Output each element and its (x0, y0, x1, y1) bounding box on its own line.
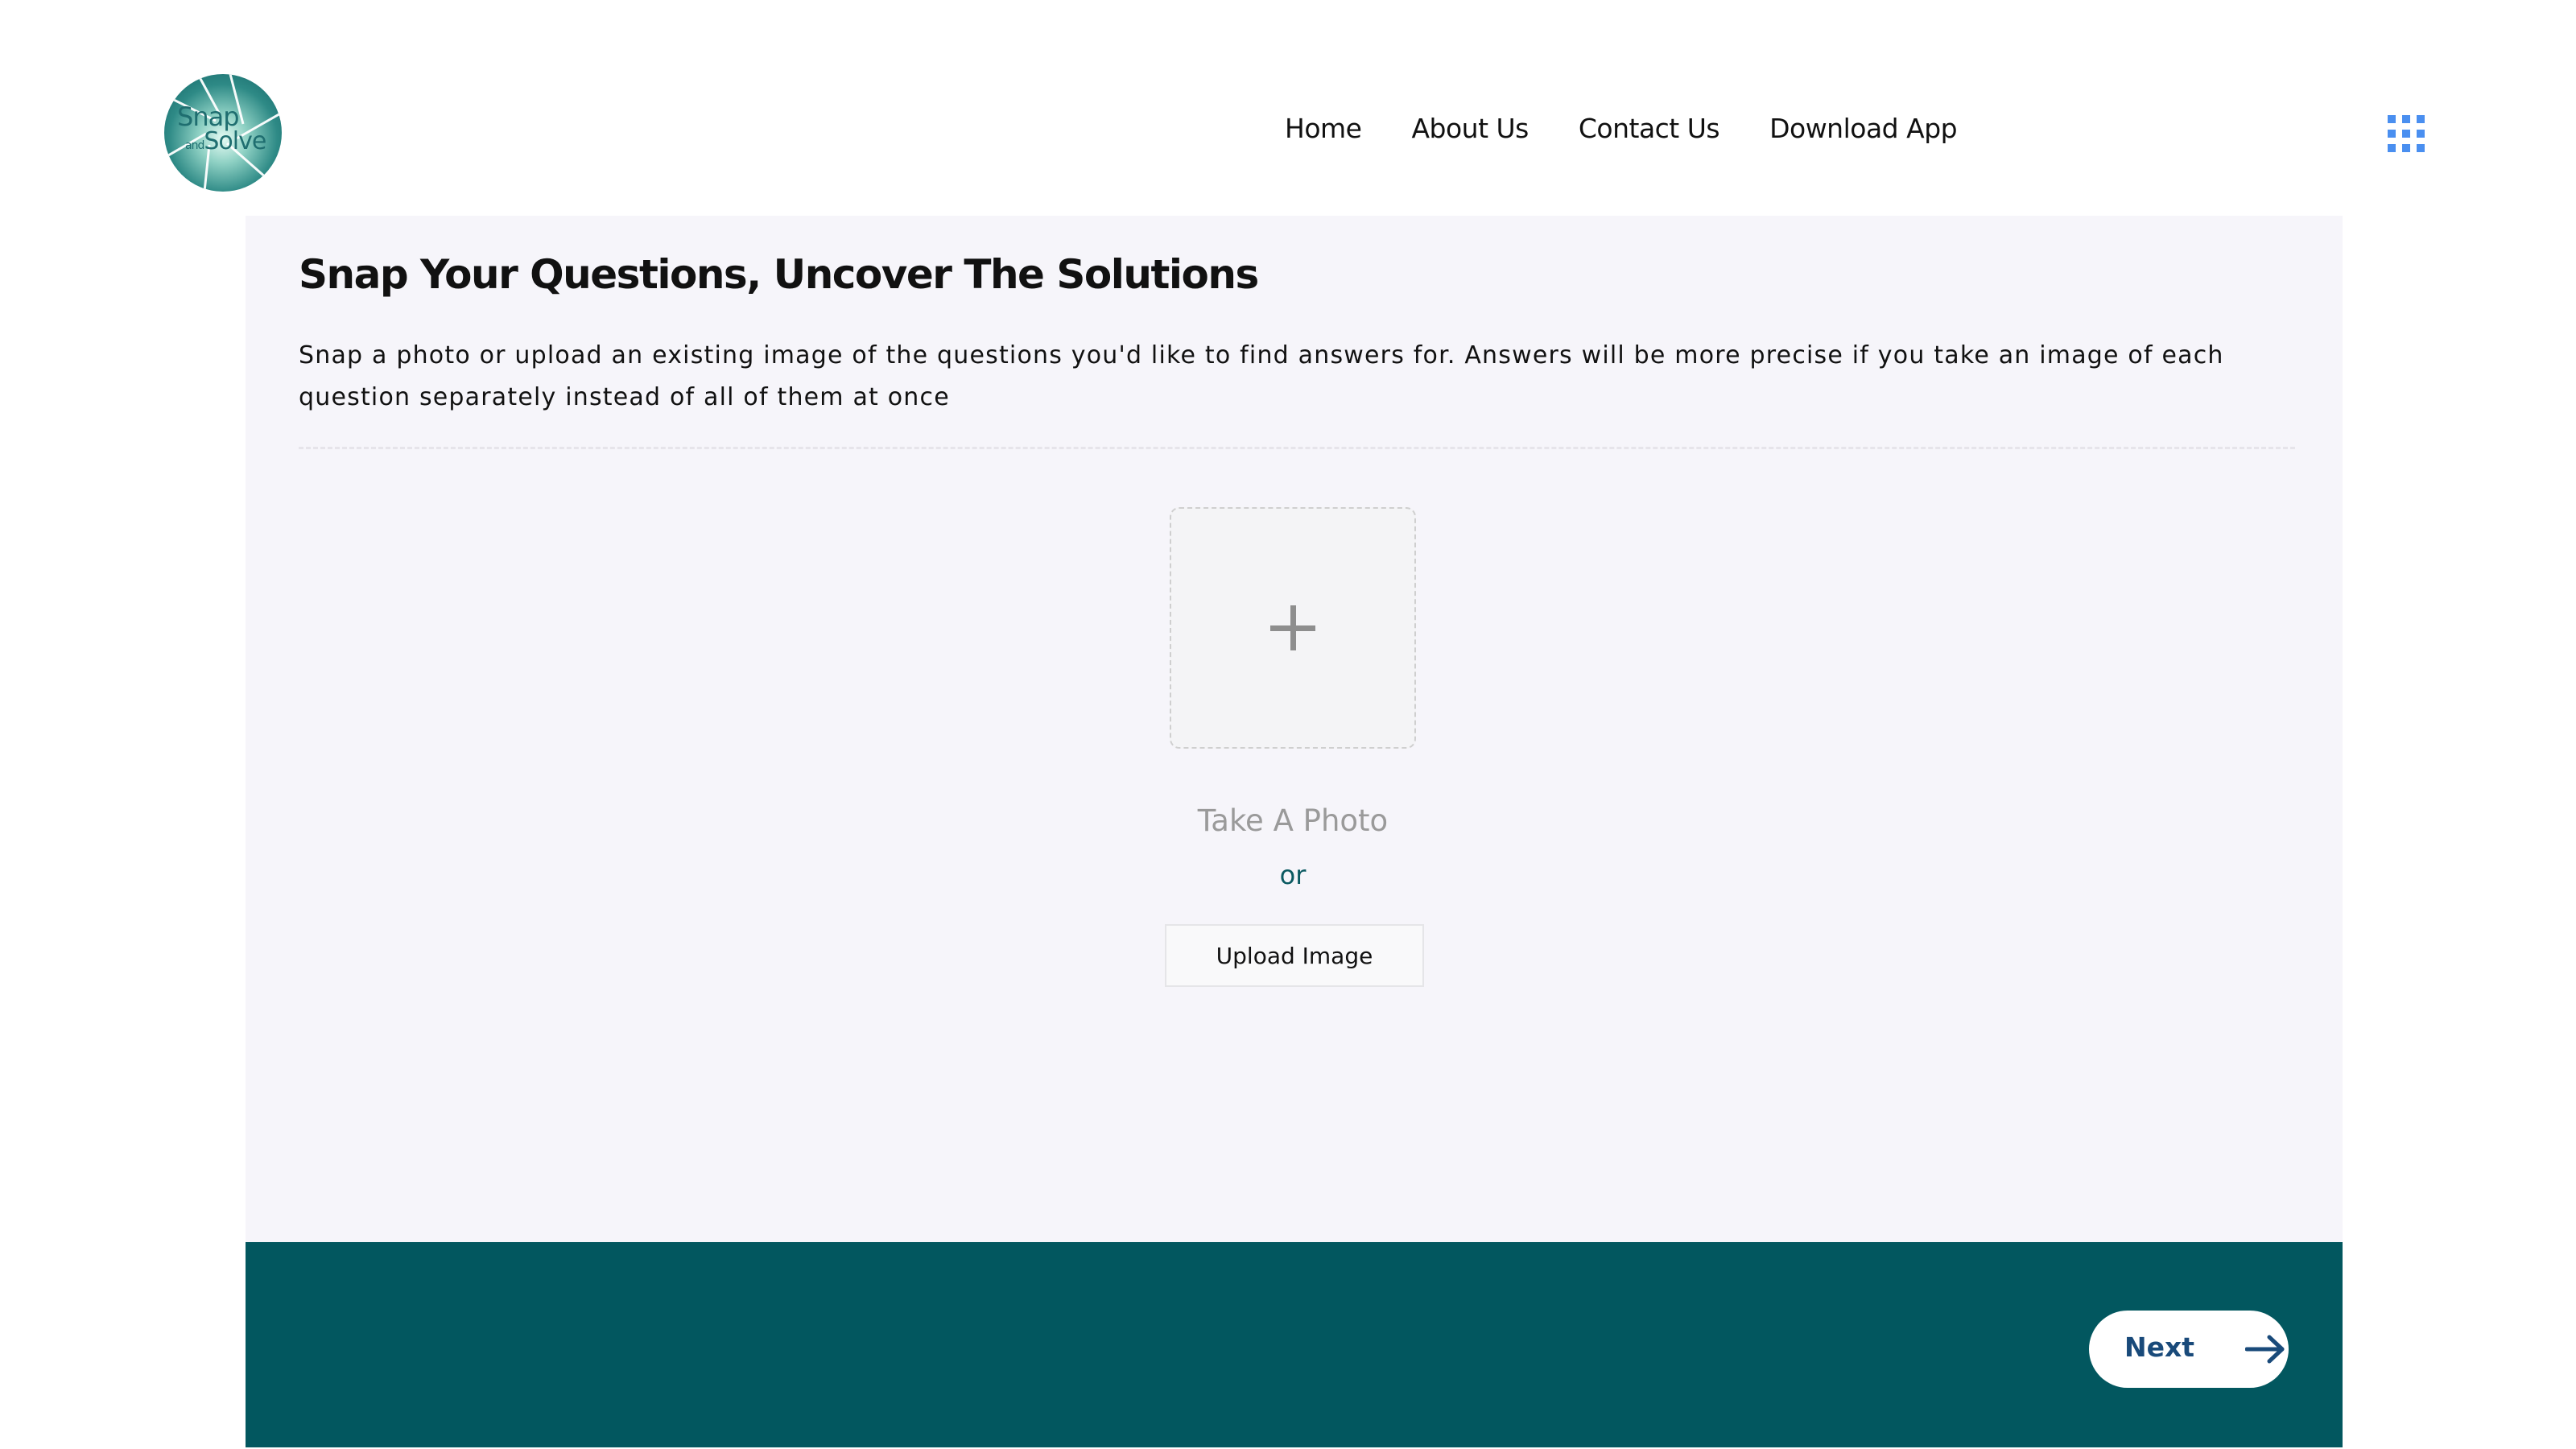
logo-text-solve: andSolve (185, 127, 266, 155)
nav-home[interactable]: Home (1285, 113, 1362, 144)
or-separator: or (1279, 860, 1307, 890)
grid-dot (2388, 130, 2396, 138)
grid-dot (2417, 144, 2425, 152)
upload-image-button[interactable]: Upload Image (1165, 924, 1424, 987)
arrow-right-icon (2245, 1335, 2285, 1364)
grid-dot (2402, 115, 2410, 123)
next-button[interactable]: Next (2089, 1311, 2289, 1388)
nav-contact-us[interactable]: Contact Us (1579, 113, 1720, 144)
page-title: Snap Your Questions, Uncover The Solutio… (299, 251, 1259, 298)
logo[interactable]: Snap andSolve (164, 74, 282, 192)
grid-dot (2402, 144, 2410, 152)
divider (299, 447, 2295, 449)
grid-dot (2388, 144, 2396, 152)
nav-download-app[interactable]: Download App (1769, 113, 1958, 144)
nav-about-us[interactable]: About Us (1411, 113, 1529, 144)
header: Snap andSolve Home About Us Contact Us D… (0, 0, 2576, 216)
take-photo-dropzone[interactable] (1170, 507, 1416, 749)
footer-bar: Next (246, 1242, 2343, 1447)
upload-card: Snap Your Questions, Uncover The Solutio… (246, 216, 2343, 1242)
logo-text-solve-word: Solve (204, 127, 266, 155)
grid-dot (2402, 130, 2410, 138)
grid-dot (2388, 115, 2396, 123)
take-photo-label[interactable]: Take A Photo (1170, 803, 1416, 838)
plus-icon (1270, 605, 1315, 650)
grid-menu-icon[interactable] (2388, 115, 2426, 154)
grid-dot (2417, 115, 2425, 123)
logo-text-and: and (185, 139, 204, 152)
next-label: Next (2124, 1331, 2195, 1363)
page-description: Snap a photo or upload an existing image… (299, 341, 2224, 411)
grid-dot (2417, 130, 2425, 138)
main-nav: Home About Us Contact Us Download App (1285, 113, 2007, 144)
